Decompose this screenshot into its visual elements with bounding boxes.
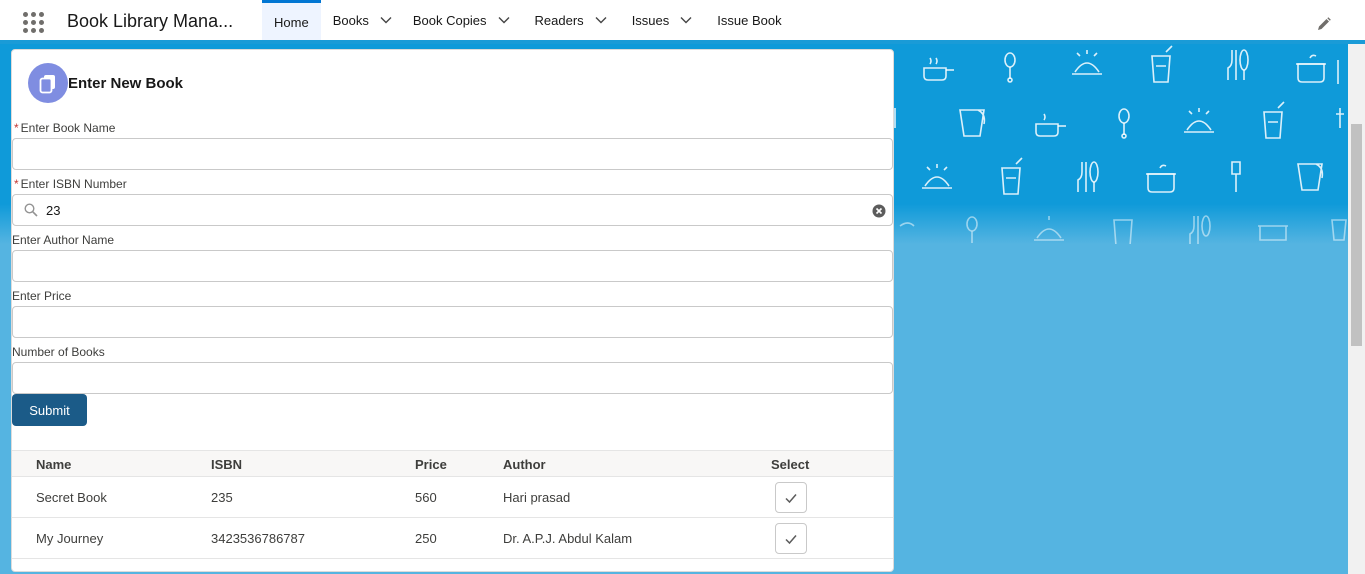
new-book-card: Enter New Book * Enter Book Name * Enter I…: [11, 49, 894, 572]
tab-books[interactable]: Books: [321, 0, 401, 40]
select-button[interactable]: [775, 523, 807, 554]
copy-icon: [28, 63, 68, 103]
number-of-books-input[interactable]: [12, 362, 893, 394]
tab-readers[interactable]: Readers: [523, 0, 620, 40]
card-header: Enter New Book: [28, 62, 183, 104]
search-icon: [24, 203, 38, 217]
cell-isbn: 235: [211, 490, 233, 505]
required-marker: *: [14, 121, 19, 135]
tab-issue-book-label: Issue Book: [717, 12, 782, 28]
tab-issue-book[interactable]: Issue Book: [705, 0, 793, 40]
card-title: Enter New Book: [68, 74, 184, 92]
column-header-price[interactable]: Price: [415, 457, 447, 472]
chevron-down-icon[interactable]: [679, 13, 693, 27]
page-scrollbar[interactable]: [1348, 44, 1365, 574]
cell-author: Hari prasad: [503, 490, 571, 505]
pencil-icon[interactable]: [1316, 16, 1332, 32]
check-icon: [785, 493, 797, 503]
nav-tabs: Home Books Book Copies Readers Issues Is…: [262, 0, 794, 42]
global-navigation: Book Library Mana... Home Books Book Cop…: [0, 0, 1365, 42]
cell-price: 560: [415, 490, 437, 505]
table-header: Name ISBN Price Author Select: [12, 450, 893, 477]
column-header-isbn[interactable]: ISBN: [211, 457, 242, 472]
column-header-name[interactable]: Name: [36, 457, 71, 472]
tab-books-label: Books: [332, 12, 369, 28]
number-of-books-label: Number of Books: [12, 345, 105, 359]
cell-price: 250: [415, 531, 437, 546]
book-name-input[interactable]: [12, 138, 893, 170]
isbn-label-text: Enter ISBN Number: [20, 177, 127, 191]
scrollbar-thumb[interactable]: [1351, 124, 1362, 346]
book-name-label: * Enter Book Name: [12, 121, 115, 135]
app-launcher-icon[interactable]: [23, 12, 45, 34]
tab-home-label: Home: [274, 15, 309, 30]
chevron-down-icon[interactable]: [594, 13, 608, 27]
cell-name: Secret Book: [36, 490, 107, 505]
table-row: My Journey 3423536786787 250 Dr. A.P.J. …: [12, 518, 893, 559]
tab-home[interactable]: Home: [262, 0, 321, 42]
tab-book-copies-label: Book Copies: [412, 12, 487, 28]
tab-issues-label: Issues: [631, 12, 670, 28]
cell-name: My Journey: [36, 531, 104, 546]
author-input[interactable]: [12, 250, 893, 282]
select-button[interactable]: [775, 482, 807, 513]
isbn-label: * Enter ISBN Number: [12, 177, 127, 191]
isbn-value[interactable]: 23: [46, 203, 60, 218]
table-row: Secret Book 235 560 Hari prasad: [12, 477, 893, 518]
chevron-down-icon[interactable]: [379, 13, 393, 27]
column-header-author[interactable]: Author: [503, 457, 546, 472]
price-input[interactable]: [12, 306, 893, 338]
clear-icon[interactable]: [872, 204, 886, 218]
submit-button[interactable]: Submit: [12, 394, 87, 426]
author-label: Enter Author Name: [12, 233, 115, 247]
isbn-search-input[interactable]: 23: [12, 194, 893, 226]
check-icon: [785, 534, 797, 544]
price-label: Enter Price: [12, 289, 72, 303]
books-table: Name ISBN Price Author Select Secret Boo…: [12, 450, 893, 559]
tab-issues[interactable]: Issues: [620, 0, 706, 40]
chevron-down-icon[interactable]: [497, 13, 511, 27]
tab-readers-label: Readers: [534, 12, 584, 28]
book-name-label-text: Enter Book Name: [20, 121, 116, 135]
tab-book-copies[interactable]: Book Copies: [401, 0, 523, 40]
app-name: Book Library Mana...: [67, 11, 234, 31]
cell-isbn: 3423536786787: [211, 531, 305, 546]
required-marker: *: [14, 177, 19, 191]
cell-author: Dr. A.P.J. Abdul Kalam: [503, 531, 633, 546]
column-header-select[interactable]: Select: [771, 457, 809, 472]
